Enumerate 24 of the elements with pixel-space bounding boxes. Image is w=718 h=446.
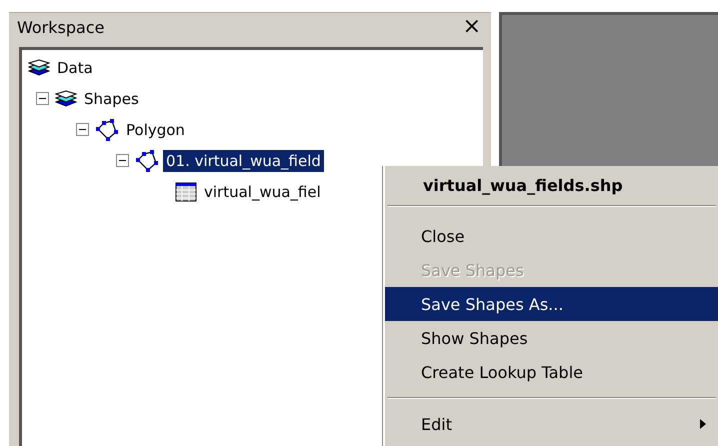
- menu-item[interactable]: Show Shapes: [385, 321, 718, 355]
- menu-item[interactable]: Create Lookup Table: [385, 355, 718, 389]
- table-icon: [175, 182, 197, 202]
- menu-title: virtual_wua_fields.shp: [422, 175, 624, 197]
- layers-icon: [55, 90, 77, 108]
- panel-title: Workspace: [17, 18, 104, 36]
- tree-item[interactable]: Shapes: [81, 88, 142, 110]
- menu-item[interactable]: Save Shapes As...: [385, 287, 718, 321]
- minus-icon: [79, 126, 86, 133]
- tree-item[interactable]: Polygon: [123, 118, 188, 140]
- menu-item[interactable]: Edit: [385, 407, 718, 441]
- close-button[interactable]: ×: [458, 16, 485, 38]
- collapse-toggle[interactable]: [36, 92, 49, 105]
- collapse-toggle[interactable]: [76, 123, 89, 136]
- minus-icon: [119, 157, 126, 164]
- menu-item[interactable]: Close: [385, 219, 718, 253]
- tree-item[interactable]: Data: [54, 56, 96, 78]
- tree-item[interactable]: virtual_wua_fiel: [201, 180, 324, 202]
- minus-icon: [39, 95, 46, 102]
- tree-item[interactable]: 01. virtual_wua_field: [163, 150, 324, 172]
- polygon-icon: [135, 150, 159, 172]
- layers-icon: [28, 58, 50, 76]
- collapse-toggle[interactable]: [116, 154, 129, 167]
- polygon-icon: [95, 118, 119, 140]
